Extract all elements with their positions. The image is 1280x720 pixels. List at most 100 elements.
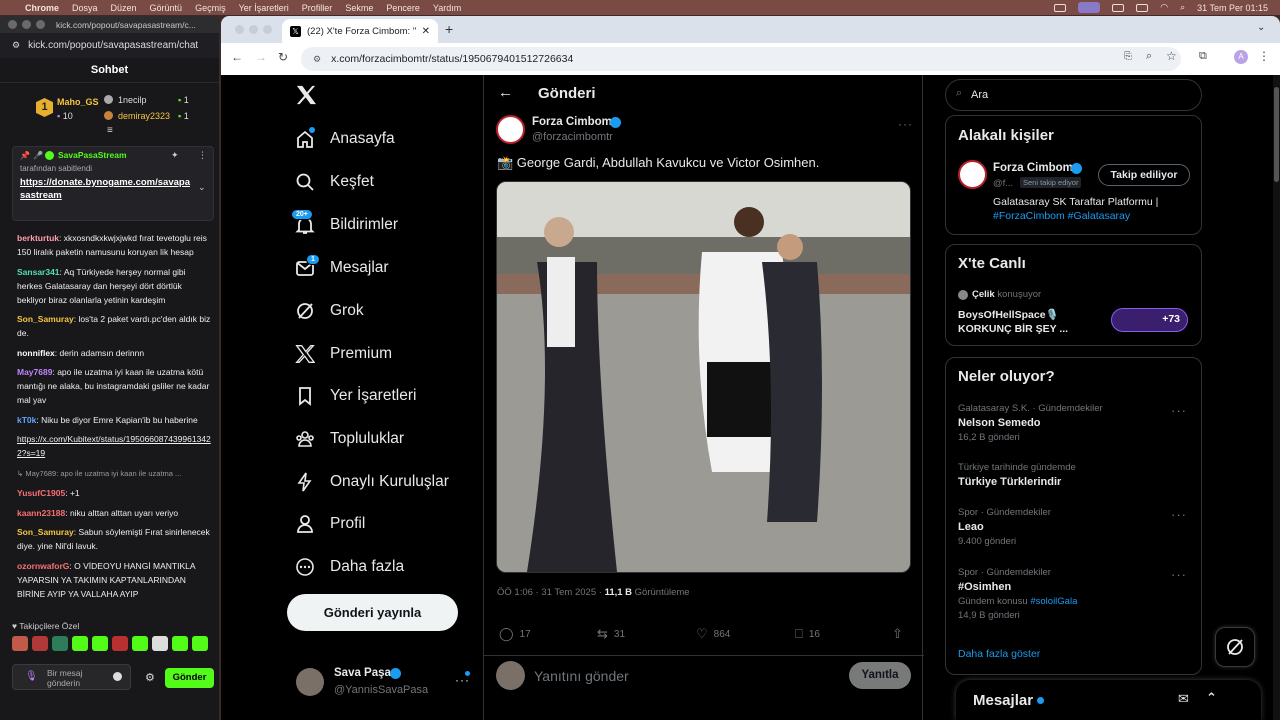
bookmark-action[interactable]: ⎕ 16 <box>795 626 820 642</box>
chat-username[interactable]: Son_Samuray <box>17 527 74 537</box>
spotlight-icon[interactable]: ⌕ <box>1180 2 1185 13</box>
site-settings-icon[interactable]: ⚙ <box>12 40 20 51</box>
related-avatar[interactable] <box>958 160 987 189</box>
like-action[interactable]: ♡ 864 <box>696 626 730 642</box>
reply-button[interactable]: Yanıtla <box>849 662 911 689</box>
emote-icon[interactable] <box>112 636 128 651</box>
trend-menu-icon[interactable]: ··· <box>1171 567 1187 582</box>
post-menu-icon[interactable]: ··· <box>898 117 913 131</box>
nav-premium[interactable]: Premium <box>295 344 392 364</box>
close-tab-icon[interactable]: ✕ <box>422 26 430 37</box>
share-action[interactable]: ⇧ <box>892 626 903 642</box>
menu-yardim[interactable]: Yardım <box>433 3 461 13</box>
following-button[interactable]: Takip ediliyor <box>1098 164 1190 186</box>
nav-grok[interactable]: Grok <box>295 301 364 321</box>
emote-icon[interactable] <box>192 636 208 651</box>
clock[interactable]: 31 Tem Per 01:15 <box>1197 3 1268 13</box>
grok-button[interactable] <box>1215 627 1255 667</box>
menu-yer-isaretleri[interactable]: Yer İşaretleri <box>239 3 289 13</box>
expand-icon[interactable]: ⌃ <box>1206 690 1217 706</box>
chat-input[interactable]: 🎙 Bir mesaj gönderin <box>12 664 131 690</box>
chat-username[interactable]: May7689 <box>17 367 52 377</box>
chat-username[interactable]: nonniflex <box>17 348 55 358</box>
chat-username[interactable]: YusufC1905 <box>17 488 65 498</box>
chat-url-bar[interactable]: ⚙ kick.com/popout/savapasastream/chat <box>0 33 219 58</box>
bookmark-star-icon[interactable]: ☆ <box>1166 49 1177 63</box>
nav-verified-orgs[interactable]: Onaylı Kuruluşlar <box>295 472 449 492</box>
chat-username[interactable]: kaann23188 <box>17 508 65 518</box>
chat-username[interactable]: kT0k <box>17 415 36 425</box>
zoom-window-button[interactable] <box>36 20 45 29</box>
trend-item[interactable]: Galatasaray S.K. · Gündemdekiler Nelson S… <box>958 403 1103 443</box>
repost-action[interactable]: ⇆ 31 <box>597 626 625 642</box>
menu-chrome[interactable]: Chrome <box>25 3 59 13</box>
forward-icon[interactable]: → <box>255 50 267 64</box>
related-name[interactable]: Forza Cimbom <box>993 162 1073 174</box>
site-info-icon[interactable]: ⚙ <box>313 54 321 65</box>
new-tab-button[interactable]: + <box>445 21 453 37</box>
emote-icon[interactable] <box>132 636 148 651</box>
post-button[interactable]: Gönderi yayınla <box>287 594 458 631</box>
chat-username[interactable]: Son_Samuray <box>17 314 74 324</box>
chat-username[interactable]: Sansar341 <box>17 267 60 277</box>
chat-username[interactable]: ozornwaforG <box>17 561 69 571</box>
address-bar[interactable]: ⚙ x.com/forzacimbomtr/status/19506794015… <box>301 47 1181 71</box>
trend-menu-icon[interactable]: ··· <box>1171 403 1187 418</box>
profile-avatar-icon[interactable]: A <box>1234 50 1248 64</box>
author-handle[interactable]: @forzacimbomtr <box>532 131 613 143</box>
wifi-icon[interactable]: ◠ <box>1160 2 1168 13</box>
pinned-author[interactable]: SavaPasaStream <box>58 150 127 160</box>
back-icon[interactable]: ← <box>231 50 243 64</box>
x-logo-icon[interactable] <box>295 85 317 105</box>
emote-icon[interactable] <box>152 636 168 651</box>
live-listeners[interactable]: +73 <box>1111 308 1188 332</box>
emote-icon[interactable] <box>12 636 28 651</box>
menu-dosya[interactable]: Dosya <box>72 3 98 13</box>
minimize-window-button[interactable] <box>22 20 31 29</box>
expand-leaderboard-icon[interactable]: ≡ <box>107 125 113 136</box>
leader-1-name[interactable]: Maho_GS <box>57 97 99 107</box>
post-timestamp[interactable]: ÖÖ 1:06 · 31 Tem 2025 · <box>497 587 605 598</box>
new-message-icon[interactable]: ✉ <box>1178 691 1189 707</box>
pinned-link[interactable]: https://donate.bynogame.com/savapasastre… <box>20 176 190 202</box>
nav-profile[interactable]: Profil <box>295 514 365 534</box>
menu-gecmis[interactable]: Geçmiş <box>195 3 226 13</box>
minimize-window-button[interactable] <box>249 25 258 34</box>
nav-more[interactable]: Daha fazla <box>295 557 404 577</box>
live-space-title[interactable]: BoysOfHellSpace🎙️ KORKUNÇ BİR ŞEY ... <box>958 308 1098 336</box>
tab-active[interactable]: 𝕏 (22) X'te Forza Cimbom: "📸... ✕ <box>282 19 438 43</box>
scrollbar-thumb[interactable] <box>1274 87 1279 182</box>
chrome-menu-icon[interactable]: ⋮ <box>1258 49 1270 63</box>
emoji-icon[interactable] <box>113 672 122 681</box>
menu-goruntu[interactable]: Görüntü <box>150 3 183 13</box>
close-window-button[interactable] <box>235 25 244 34</box>
author-avatar[interactable] <box>496 115 525 144</box>
trend-item[interactable]: Spor · Gündemdekiler Leao 9.400 gönderi <box>958 507 1051 547</box>
emote-icon[interactable] <box>172 636 188 651</box>
close-window-button[interactable] <box>8 20 17 29</box>
author-name[interactable]: Forza Cimbom <box>532 116 612 128</box>
show-more-link[interactable]: Daha fazla göster <box>958 648 1040 660</box>
leader-2-name[interactable]: 1necilp <box>118 95 147 105</box>
reply-input[interactable]: Yanıtını gönder <box>534 668 629 684</box>
menu-profiller[interactable]: Profiller <box>302 3 333 13</box>
chat-settings-icon[interactable]: ⚙ <box>145 671 155 684</box>
chat-username[interactable]: berkturtuk <box>17 233 59 243</box>
battery-icon[interactable] <box>1136 3 1149 12</box>
trend-menu-icon[interactable]: ··· <box>1171 507 1187 522</box>
nav-explore[interactable]: Keşfet <box>295 172 374 192</box>
emote-icon[interactable] <box>92 636 108 651</box>
related-tags[interactable]: #ForzaCimbom #Galatasaray <box>993 210 1130 222</box>
control-center-icon[interactable] <box>1112 3 1125 12</box>
nav-communities[interactable]: Topluluklar <box>295 429 404 449</box>
account-avatar[interactable] <box>296 668 324 696</box>
send-button[interactable]: Gönder <box>165 668 214 688</box>
trend-item[interactable]: Türkiye tarihinde gündemde Türkiye Türkle… <box>958 462 1076 488</box>
page-scrollbar[interactable] <box>1273 75 1280 720</box>
unpin-icon[interactable]: ✦ <box>171 150 179 161</box>
emote-icon[interactable] <box>52 636 68 651</box>
status-icon[interactable] <box>1054 3 1067 12</box>
emote-icon[interactable] <box>72 636 88 651</box>
trend-item[interactable]: Spor · Gündemdekiler #Osimhen Gündem konus… <box>958 567 1077 621</box>
back-arrow-icon[interactable]: ← <box>498 84 513 101</box>
